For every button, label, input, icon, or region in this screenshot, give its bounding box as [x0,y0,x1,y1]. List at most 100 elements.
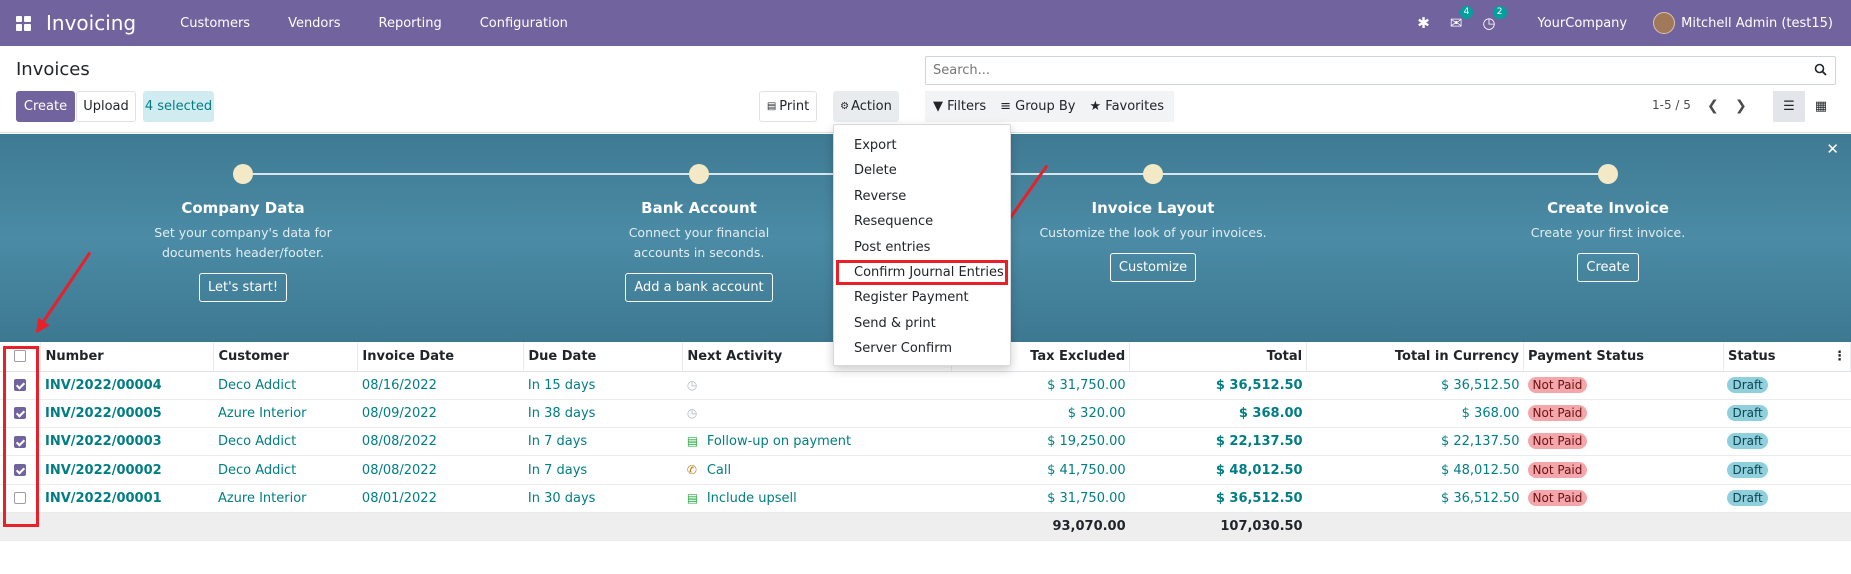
list-view-button[interactable]: ☰ [1773,91,1805,122]
user-menu[interactable]: Mitchell Admin (test15) [1681,16,1833,31]
menu-item-export[interactable]: Export [834,133,1010,158]
column-header-invoice-date[interactable]: Invoice Date [357,342,525,372]
optional-columns-icon[interactable]: ⋮ [1833,349,1846,364]
filters-button[interactable]: ▼ Filters [933,99,986,114]
customer-name[interactable]: Azure Interior [213,399,358,429]
print-button[interactable]: ▤ Print [759,91,817,122]
next-activity[interactable]: ◷ [682,371,952,400]
menu-item-resequence[interactable]: Resequence [834,209,1010,234]
activity-label: Call [706,462,732,478]
create-button[interactable]: Create [16,91,75,122]
search-input[interactable] [926,57,1796,84]
menu-item-reverse[interactable]: Reverse [834,184,1010,209]
invoice-number[interactable]: INV/2022/00003 [40,427,214,457]
groupby-button[interactable]: ≡ Group By [1000,99,1075,114]
status-cell: Draft [1723,399,1851,429]
pager-previous-icon[interactable]: ❮ [1707,98,1719,114]
customer-name[interactable]: Deco Addict [213,455,358,485]
step-description: Set your company's data for documents he… [154,225,332,260]
avatar[interactable] [1653,12,1676,34]
menu-item-confirm-journal-entries[interactable]: Confirm Journal Entries [836,259,1008,286]
favorites-label: Favorites [1105,99,1165,114]
column-header-total-in-currency[interactable]: Total in Currency [1306,342,1525,372]
invoice-date: 08/09/2022 [357,399,524,429]
favorites-button[interactable]: ★ Favorites [1089,99,1164,114]
add-bank-account-button[interactable]: Add a bank account [625,273,773,302]
action-button[interactable]: ⚙ Action [833,91,899,122]
total-in-currency: $ 48,012.50 [1306,455,1524,485]
due-date: In 38 days [523,399,683,429]
customer-name[interactable]: Deco Addict [213,427,358,457]
customer-name[interactable]: Deco Addict [213,371,358,400]
column-header-total[interactable]: Total [1129,342,1308,372]
step-description: Create your first invoice. [1530,225,1686,240]
menu-vendors[interactable]: Vendors [288,16,340,31]
activities-icon[interactable]: ◷ 2 [1482,6,1507,32]
clock-icon[interactable]: ◷ [687,406,703,420]
invoice-number[interactable]: INV/2022/00005 [40,399,214,429]
invoice-number[interactable]: INV/2022/00004 [40,371,214,400]
list-icon: ≡ [1000,99,1012,114]
column-header-status[interactable]: Status ⋮ [1723,342,1851,372]
customer-name[interactable]: Azure Interior [213,484,358,513]
total: $ 36,512.50 [1129,484,1307,513]
step-title: Invoice Layout [1091,199,1215,217]
pager-value[interactable]: 1-5 / 5 [1652,98,1691,112]
tax-excluded: $ 41,750.00 [951,455,1130,485]
table-row[interactable]: INV/2022/00005 Azure Interior 08/09/2022… [0,399,1851,429]
app-name[interactable]: Invoicing [46,11,136,35]
next-activity[interactable]: ▤ Follow-up on payment [682,427,952,457]
total-sum: 107,030.50 [1129,512,1307,541]
step-title: Create Invoice [1547,199,1669,217]
kanban-view-button[interactable]: ▦ [1805,91,1837,122]
menu-item-server-confirm[interactable]: Server Confirm [834,336,1010,361]
upload-button[interactable]: Upload [76,91,136,122]
lets-start-button[interactable]: Let's start! [198,273,288,302]
next-activity[interactable]: ✆ Call [682,455,952,485]
menu-item-send-print[interactable]: Send & print [834,311,1010,336]
app-menu-icon[interactable] [0,0,46,46]
company-switcher[interactable]: YourCompany [1538,16,1628,31]
table-row[interactable]: INV/2022/00001 Azure Interior 08/01/2022… [0,484,1851,513]
pager-next-icon[interactable]: ❯ [1735,98,1747,114]
create-invoice-button[interactable]: Create [1577,253,1639,282]
payment-status-cell: Not Paid [1523,484,1724,513]
menu-item-register-payment[interactable]: Register Payment [834,285,1010,310]
table-row[interactable]: INV/2022/00004 Deco Addict 08/16/2022 In… [0,371,1851,400]
invoice-number[interactable]: INV/2022/00001 [40,484,214,513]
column-header-due-date[interactable]: Due Date [523,342,684,372]
column-header-customer[interactable]: Customer [213,342,359,372]
total: $ 22,137.50 [1129,427,1307,457]
clock-icon[interactable]: ◷ [687,378,703,392]
tax-excluded: $ 320.00 [951,399,1130,429]
menu-item-delete[interactable]: Delete [834,158,1010,183]
messages-icon[interactable]: ✉ 4 [1450,6,1474,32]
invoice-number[interactable]: INV/2022/00002 [40,455,214,485]
column-header-payment-status[interactable]: Payment Status [1523,342,1724,372]
menu-item-post-entries[interactable]: Post entries [834,235,1010,260]
next-activity[interactable]: ◷ [682,399,952,429]
page-title: Invoices [16,59,90,80]
close-icon[interactable]: ✕ [1826,140,1839,158]
money-icon[interactable]: ▤ [687,491,703,505]
search-icon[interactable] [1814,63,1827,80]
tax-excluded: $ 31,750.00 [951,484,1130,513]
menu-reporting[interactable]: Reporting [379,16,442,31]
table-row[interactable]: INV/2022/00003 Deco Addict 08/08/2022 In… [0,427,1851,457]
debug-icon[interactable]: ✱ [1417,14,1430,32]
onboarding-step-company: Company Data Set your company's data for… [78,164,408,302]
money-icon[interactable]: ▤ [687,434,703,448]
status-cell: Draft [1723,484,1851,513]
menu-customers[interactable]: Customers [180,16,250,31]
kanban-view-icon: ▦ [1814,99,1828,114]
customize-button[interactable]: Customize [1109,253,1197,282]
print-icon: ▤ [766,101,777,112]
activity-label: Include upsell [706,490,797,506]
column-header-number[interactable]: Number [40,342,215,372]
menu-configuration[interactable]: Configuration [480,16,568,31]
table-row[interactable]: INV/2022/00002 Deco Addict 08/08/2022 In… [0,455,1851,485]
phone-icon[interactable]: ✆ [687,463,703,477]
onboarding-step-bank: Bank Account Connect your financial acco… [534,164,864,302]
next-activity[interactable]: ▤ Include upsell [682,484,952,513]
status-badge: Draft [1727,404,1768,421]
